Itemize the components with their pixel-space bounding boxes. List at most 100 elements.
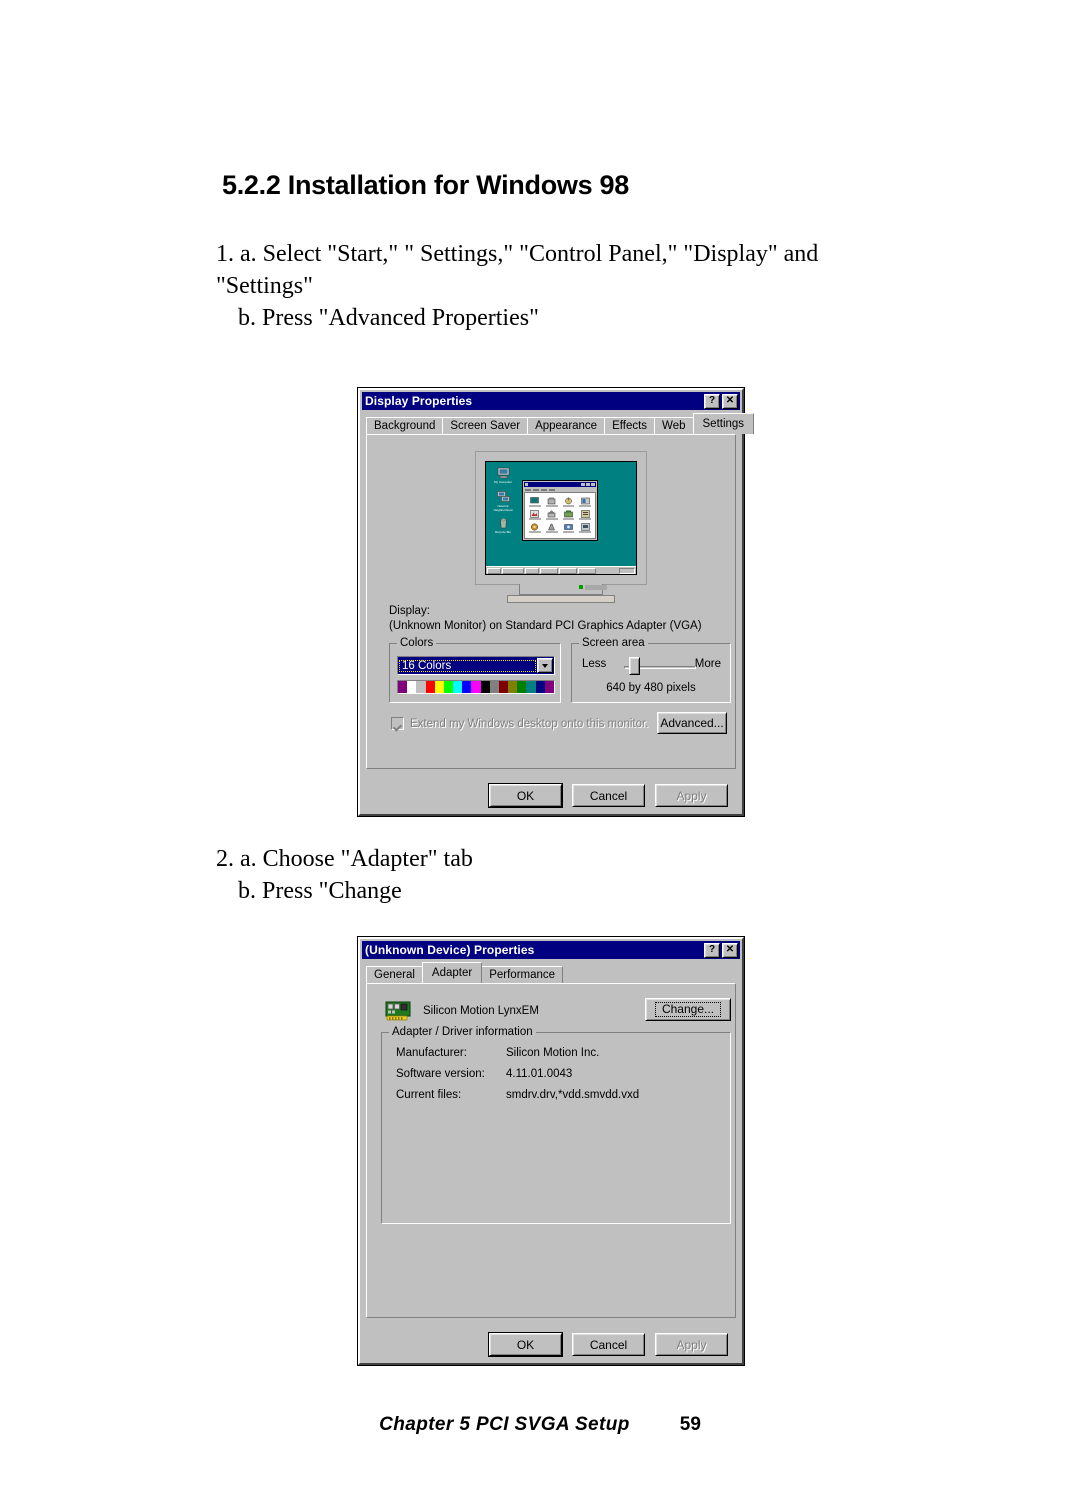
- slider-more-label: More: [694, 658, 721, 670]
- recycle-bin-icon: [497, 517, 510, 529]
- ok-button-label: OK: [516, 1337, 535, 1352]
- colors-group: Colors 16 Colors: [389, 637, 561, 703]
- manufacturer-value: Silicon Motion Inc.: [506, 1047, 600, 1059]
- tab-appearance[interactable]: Appearance: [527, 417, 606, 434]
- help-icon[interactable]: ?: [704, 942, 720, 958]
- monitor-vent: [585, 585, 607, 590]
- monitor-case: My Computer Network Neighborhood Recycle…: [475, 451, 647, 585]
- step-1-line-a: 1. a. Select "Start," " Settings," "Cont…: [216, 241, 819, 299]
- settings-tab-panel: My Computer Network Neighborhood Recycle…: [366, 434, 736, 769]
- control-panel-titlebar: [524, 482, 596, 487]
- desktop-icon-my-computer: My Computer: [491, 467, 515, 484]
- step-1-line-b: b. Press "Advanced Properties": [238, 305, 539, 331]
- palette-swatch: [398, 681, 408, 693]
- palette-swatch: [425, 681, 435, 693]
- apply-button[interactable]: Apply: [655, 784, 728, 807]
- ok-button[interactable]: OK: [489, 784, 562, 807]
- current-files-label: Current files:: [396, 1089, 462, 1101]
- adapter-properties-dialog[interactable]: (Unknown Device) Properties ? ✕ General …: [358, 937, 744, 1365]
- software-version-value: 4.11.01.0043: [506, 1068, 573, 1080]
- screen-area-group: Screen area Less More 640 by 480 pixels: [571, 637, 731, 703]
- display-properties-titlebar: Display Properties ? ✕: [362, 392, 740, 410]
- control-panel-icon-grid: [527, 496, 593, 533]
- adapter-properties-button-row: OK Cancel Apply: [360, 1333, 742, 1356]
- apply-button-label: Apply: [676, 1337, 707, 1352]
- resolution-value: 640 by 480 pixels: [606, 682, 696, 694]
- palette-swatch: [498, 681, 509, 693]
- palette-swatch: [480, 681, 490, 693]
- start-button-preview: [487, 567, 501, 574]
- change-button[interactable]: Change...: [645, 998, 731, 1021]
- extend-desktop-checkbox[interactable]: [391, 717, 404, 730]
- tab-effects[interactable]: Effects: [604, 417, 656, 434]
- desktop-icon-label: Recycle Bin: [495, 530, 511, 534]
- screen-area-group-label: Screen area: [579, 637, 648, 649]
- tab-performance[interactable]: Performance: [481, 966, 564, 983]
- desktop-icon-network: Network Neighborhood: [491, 491, 515, 512]
- resolution-slider-thumb[interactable]: [628, 657, 640, 675]
- palette-swatch: [471, 681, 481, 693]
- palette-swatch: [443, 681, 454, 693]
- ok-button[interactable]: OK: [489, 1333, 562, 1356]
- control-panel-body: [524, 492, 596, 539]
- display-properties-button-row: OK Cancel Apply: [360, 784, 742, 807]
- close-icon[interactable]: ✕: [722, 942, 738, 958]
- help-icon[interactable]: ?: [704, 393, 720, 409]
- cancel-button-label: Cancel: [589, 788, 628, 803]
- apply-button[interactable]: Apply: [655, 1333, 728, 1356]
- adapter-name: Silicon Motion LynxEM: [423, 1005, 539, 1017]
- adapter-properties-title: (Unknown Device) Properties: [365, 943, 535, 957]
- palette-swatch: [544, 681, 554, 693]
- vga-card-icon: [385, 1000, 411, 1022]
- software-version-label: Software version:: [396, 1068, 485, 1080]
- monitor-power-led: [579, 585, 583, 589]
- tab-background[interactable]: Background: [366, 417, 444, 434]
- tab-general[interactable]: General: [366, 966, 423, 983]
- tab-screen-saver[interactable]: Screen Saver: [442, 417, 529, 434]
- chevron-down-icon[interactable]: [537, 658, 553, 673]
- palette-swatch: [489, 681, 499, 693]
- palette-swatch: [462, 681, 472, 693]
- palette-swatch: [508, 681, 518, 693]
- adapter-header: Silicon Motion LynxEM: [385, 1000, 539, 1022]
- manufacturer-label: Manufacturer:: [396, 1047, 467, 1059]
- display-properties-tabs: Background Screen Saver Appearance Effec…: [366, 413, 755, 434]
- monitor-base: [507, 595, 615, 603]
- color-depth-combobox[interactable]: 16 Colors: [397, 656, 555, 675]
- network-neighborhood-icon: [496, 491, 510, 503]
- adapter-driver-info-label: Adapter / Driver information: [389, 1026, 536, 1038]
- desktop-icon-label: My Computer: [493, 480, 512, 484]
- adapter-tab-panel: Silicon Motion LynxEM Change... Adapter …: [366, 983, 736, 1318]
- taskbar-preview: [486, 566, 636, 574]
- close-icon[interactable]: ✕: [722, 393, 738, 409]
- tab-web[interactable]: Web: [654, 417, 694, 434]
- display-properties-dialog[interactable]: Display Properties ? ✕ Background Screen…: [358, 388, 755, 816]
- step-2-line-b: b. Press "Change: [238, 878, 402, 904]
- cancel-button[interactable]: Cancel: [572, 784, 645, 807]
- palette-swatch: [407, 681, 417, 693]
- step-1-text: 1. a. Select "Start," " Settings," "Cont…: [216, 238, 896, 334]
- palette-swatch: [535, 681, 545, 693]
- step-2-line-a: 2. a. Choose "Adapter" tab: [216, 846, 473, 872]
- advanced-button-label: Advanced...: [660, 716, 724, 730]
- tab-settings[interactable]: Settings: [692, 413, 755, 434]
- apply-button-label: Apply: [676, 788, 707, 803]
- ok-button-label: OK: [516, 788, 535, 803]
- cancel-button[interactable]: Cancel: [572, 1333, 645, 1356]
- step-2-text: 2. a. Choose "Adapter" tab b. Press "Cha…: [216, 843, 896, 907]
- desktop-icon-label: Network Neighborhood: [493, 504, 513, 512]
- tab-adapter[interactable]: Adapter: [421, 962, 483, 983]
- colors-group-label: Colors: [397, 637, 437, 649]
- palette-swatch: [526, 681, 536, 693]
- desktop-icon-recycle-bin: Recycle Bin: [491, 517, 515, 534]
- advanced-button[interactable]: Advanced...: [657, 712, 727, 734]
- extend-desktop-row[interactable]: Extend my Windows desktop onto this moni…: [391, 717, 648, 730]
- adapter-properties-tabs: General Adapter Performance: [366, 962, 736, 983]
- adapter-driver-info-group: Adapter / Driver information Manufacture…: [381, 1026, 731, 1224]
- color-palette-strip: [397, 680, 555, 694]
- footer-page-number: 59: [679, 1414, 701, 1435]
- current-files-value: smdrv.drv,*vdd.smvdd.vxd: [506, 1089, 640, 1101]
- document-page: 5.2.2 Installation for Windows 98 1. a. …: [0, 0, 1080, 1511]
- palette-swatch: [434, 681, 444, 693]
- page-footer: Chapter 5 PCI SVGA Setup 59: [0, 1414, 1080, 1436]
